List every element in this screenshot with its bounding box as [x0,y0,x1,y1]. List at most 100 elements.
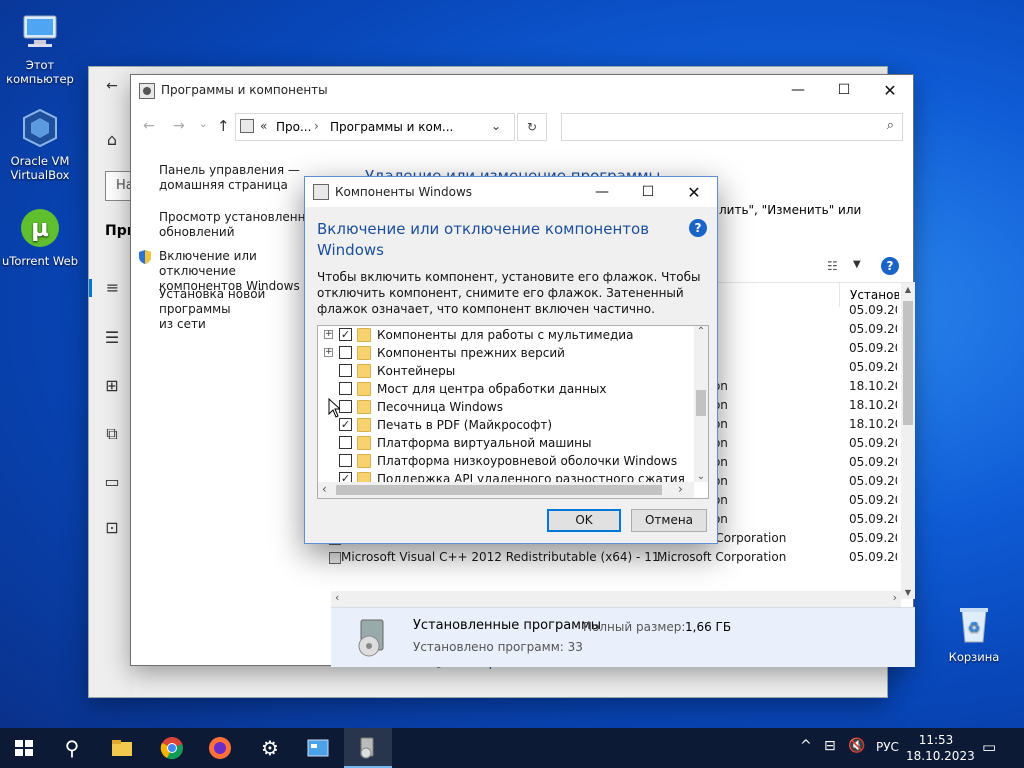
network-icon[interactable]: ⊟ [824,738,836,754]
tree-scroll-right-icon[interactable]: › [678,482,683,496]
feature-checkbox[interactable] [339,454,352,467]
start-button[interactable] [12,736,36,760]
expand-icon[interactable]: + [324,330,333,339]
forward-button[interactable]: → [173,118,185,134]
settings-gear-icon[interactable]: ⚙ [258,736,282,760]
search-input[interactable]: ⌕ [561,113,903,141]
view-options-icon[interactable]: ☷ [827,259,838,273]
home-icon[interactable]: ⌂ [103,131,121,149]
address-dropdown-icon[interactable]: ⌄ [491,119,501,133]
scrollbar-thumb[interactable] [903,301,913,425]
table-row[interactable]: Microsoft Visual C++ 2012 Redistributabl… [329,550,915,569]
windows-logo-icon [15,740,33,756]
up-button[interactable]: ↑ [217,117,230,135]
desktop-icon-this-pc[interactable]: Этот компьютер [2,10,78,86]
recycle-bin-icon: ♻ [952,602,996,646]
feature-label: Платформа низкоуровневой оболочки Window… [377,454,678,468]
tree-scroll-up-icon[interactable]: ⌃ [694,326,708,337]
feature-checkbox[interactable] [339,436,352,449]
apps-for-websites-icon[interactable]: ⧉ [103,425,121,443]
feature-label: Компоненты для работы с мультимедиа [377,328,634,342]
computer-icon [18,10,62,54]
vertical-scrollbar[interactable]: ▲ ▼ [901,283,915,599]
tree-scroll-down-icon[interactable]: ⌄ [694,471,708,482]
address-bar[interactable]: « Про... › Программы и ком... ⌄ [235,113,515,141]
scroll-left-icon[interactable]: ‹ [335,591,339,604]
chrome-icon[interactable] [160,736,184,760]
tree-scroll-left-icon[interactable]: ‹ [322,482,327,496]
program-install-date: 05.09.2023 [849,455,897,469]
expand-icon[interactable]: + [324,348,333,357]
input-language[interactable]: РУС [876,740,899,754]
feature-checkbox[interactable] [339,364,352,377]
breadcrumb-chevron-icon: › [314,119,319,133]
notifications-icon[interactable]: ▭ [982,738,996,756]
horizontal-scrollbar[interactable]: ‹ › [331,591,901,607]
feature-checkbox[interactable]: ✓ [339,328,352,341]
tree-vertical-scrollbar[interactable]: ⌃ ⌄ [694,326,708,482]
clock[interactable]: 11:53 18.10.2023 [906,732,975,764]
program-install-date: 05.09.2023 [849,550,897,564]
default-apps-icon[interactable]: ☰ [103,329,121,347]
feature-item[interactable]: + Компоненты прежних версий [318,344,694,362]
breadcrumb-item[interactable]: Программы и ком... [330,120,453,134]
close-button[interactable]: ✕ [867,75,913,105]
feature-item[interactable]: ✓ Печать в PDF (Майкрософт) [318,416,694,434]
tree-hscroll-thumb[interactable] [336,485,662,495]
desktop-icon-utorrent[interactable]: µ uTorrent Web [2,206,78,268]
feature-checkbox[interactable] [339,400,352,413]
svg-text:µ: µ [31,214,49,242]
video-playback-icon[interactable]: ▭ [103,473,121,491]
dialog-minimize-button[interactable]: — [579,177,625,207]
feature-item[interactable]: Платформа низкоуровневой оболочки Window… [318,452,694,470]
maximize-button[interactable]: ☐ [821,75,867,105]
feature-item[interactable]: + ✓ Компоненты для работы с мультимедиа [318,326,694,344]
tree-horizontal-scrollbar[interactable]: ‹ › [318,482,694,498]
program-install-date: 05.09.2023 [849,531,897,545]
minimize-button[interactable]: — [775,75,821,105]
recent-locations-button[interactable]: ⌄ [199,119,207,130]
breadcrumb-item[interactable]: Про... [276,120,311,134]
dialog-close-button[interactable]: ✕ [671,177,717,207]
feature-item[interactable]: Мост для центра обработки данных [318,380,694,398]
desktop-icon-recycle-bin[interactable]: ♻ Корзина [936,602,1012,664]
scroll-down-icon[interactable]: ▼ [901,588,915,597]
feature-label: Компоненты прежних версий [377,346,565,360]
refresh-button[interactable]: ↻ [517,113,547,141]
scroll-right-icon[interactable]: › [893,591,897,604]
windows-features-dialog: Компоненты Windows — ☐ ✕ Включение или о… [304,176,718,544]
feature-item[interactable]: Песочница Windows [318,398,694,416]
desktop-icon-virtualbox[interactable]: Oracle VM VirtualBox [2,106,78,182]
svg-text:♻: ♻ [968,620,981,636]
programs-taskbar-button[interactable] [344,728,392,768]
status-size-label: Полный размер: [583,620,686,634]
feature-checkbox[interactable] [339,382,352,395]
feature-checkbox[interactable] [339,346,352,359]
volume-muted-icon[interactable]: 🔇 [848,738,865,754]
feature-item[interactable]: Контейнеры [318,362,694,380]
scroll-up-icon[interactable]: ▲ [901,285,915,294]
help-icon[interactable]: ? [881,257,899,275]
status-count: Установлено программ: 33 [413,640,583,654]
help-icon[interactable]: ? [689,219,707,237]
offline-maps-icon[interactable]: ⊞ [103,377,121,395]
tree-scrollbar-thumb[interactable] [696,390,706,416]
feature-label: Мост для центра обработки данных [377,382,607,396]
startup-icon[interactable]: ⊡ [103,519,121,537]
taskbar-search-icon[interactable]: ⚲ [60,736,84,760]
show-hidden-icons-icon[interactable]: ^ [800,738,812,754]
program-install-date: 05.09.2023 [849,303,897,317]
file-explorer-icon[interactable] [110,736,134,760]
firefox-icon[interactable] [208,736,232,760]
back-arrow-icon[interactable]: ← [103,77,121,95]
back-button[interactable]: ← [143,118,155,134]
feature-checkbox[interactable]: ✓ [339,418,352,431]
ok-button[interactable]: OK [547,509,621,532]
dialog-maximize-button[interactable]: ☐ [625,177,671,207]
view-dropdown-icon[interactable]: ▼ [853,259,861,270]
feature-item[interactable]: Платформа виртуальной машины [318,434,694,452]
cancel-button[interactable]: Отмена [631,509,707,532]
apps-list-icon[interactable]: ≡ [89,279,133,297]
page-hint: лить", "Изменить" или [719,203,862,217]
control-panel-taskbar-icon[interactable] [306,736,330,760]
